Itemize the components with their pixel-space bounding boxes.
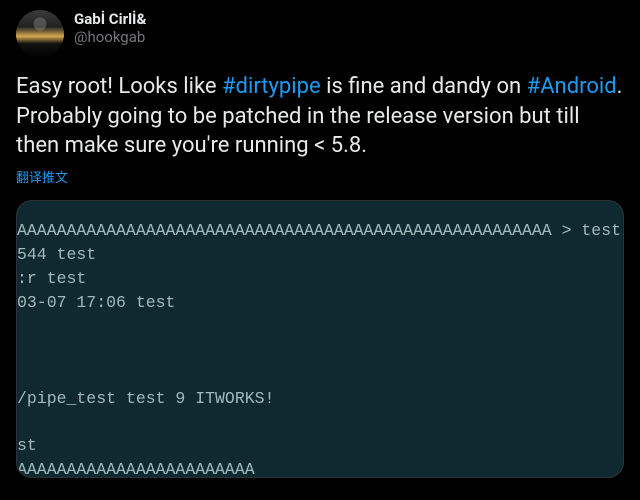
hashtag-android[interactable]: #Android (527, 74, 617, 99)
display-name[interactable]: Gabİ Cirlİ& (74, 10, 146, 28)
term-line: :r test (17, 267, 613, 291)
term-line: AAAAAAAAAAAAAAAAAAAAAAAAAAAAAAAAAAAAAAAA… (17, 219, 613, 243)
text-part1: Easy root! Looks like (16, 74, 222, 99)
term-line (17, 363, 613, 387)
tweet-header: Gabİ Cirlİ& @hookgab (16, 10, 624, 58)
user-names: Gabİ Cirlİ& @hookgab (74, 10, 146, 46)
tweet-text: Easy root! Looks like #dirtypipe is fine… (16, 72, 624, 161)
term-line (17, 410, 613, 434)
translate-link[interactable]: 翻译推文 (16, 167, 624, 186)
avatar[interactable] (16, 10, 64, 58)
term-line (17, 315, 613, 339)
term-line: 544 test (17, 243, 613, 267)
term-line: 03-07 17:06 test (17, 291, 613, 315)
term-line: st (17, 434, 613, 458)
term-line: AAAAAAAAAAAAAAAAAAAAAAAA (17, 458, 613, 478)
text-part2: is fine and dandy on (321, 74, 527, 99)
term-line: /pipe_test test 9 ITWORKS! (17, 387, 613, 411)
user-handle[interactable]: @hookgab (74, 28, 146, 46)
terminal-screenshot: AAAAAAAAAAAAAAAAAAAAAAAAAAAAAAAAAAAAAAAA… (16, 200, 624, 478)
hashtag-dirtypipe[interactable]: #dirtypipe (222, 74, 321, 99)
tweet-container: Gabİ Cirlİ& @hookgab Easy root! Looks li… (0, 0, 640, 488)
term-line (17, 339, 613, 363)
